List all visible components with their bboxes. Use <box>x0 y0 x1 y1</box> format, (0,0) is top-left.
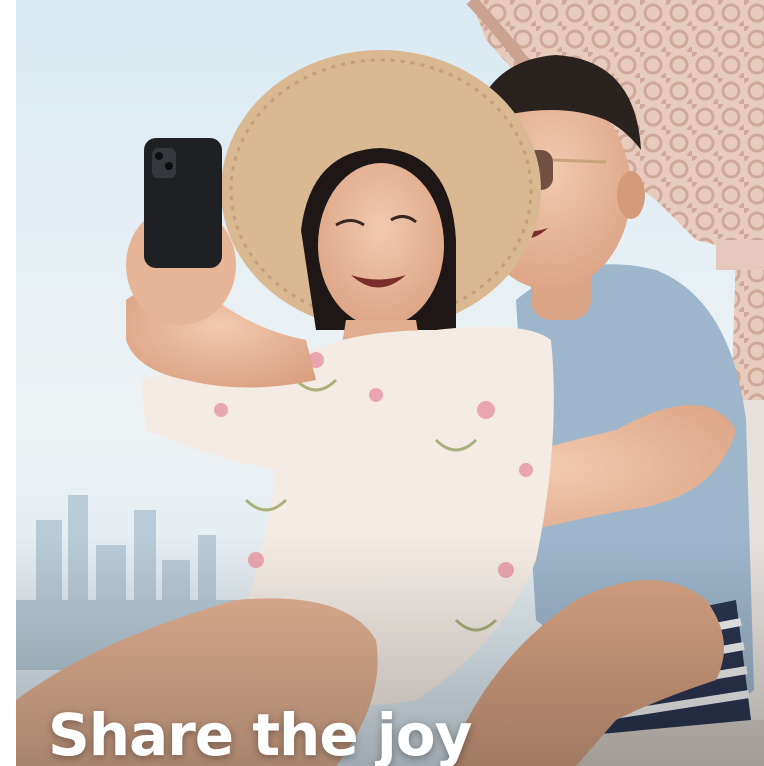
hero-banner: Share the joy <box>16 0 764 766</box>
bottom-shade <box>16 0 764 766</box>
headline: Share the joy <box>48 701 472 766</box>
hero-photo <box>16 0 764 766</box>
